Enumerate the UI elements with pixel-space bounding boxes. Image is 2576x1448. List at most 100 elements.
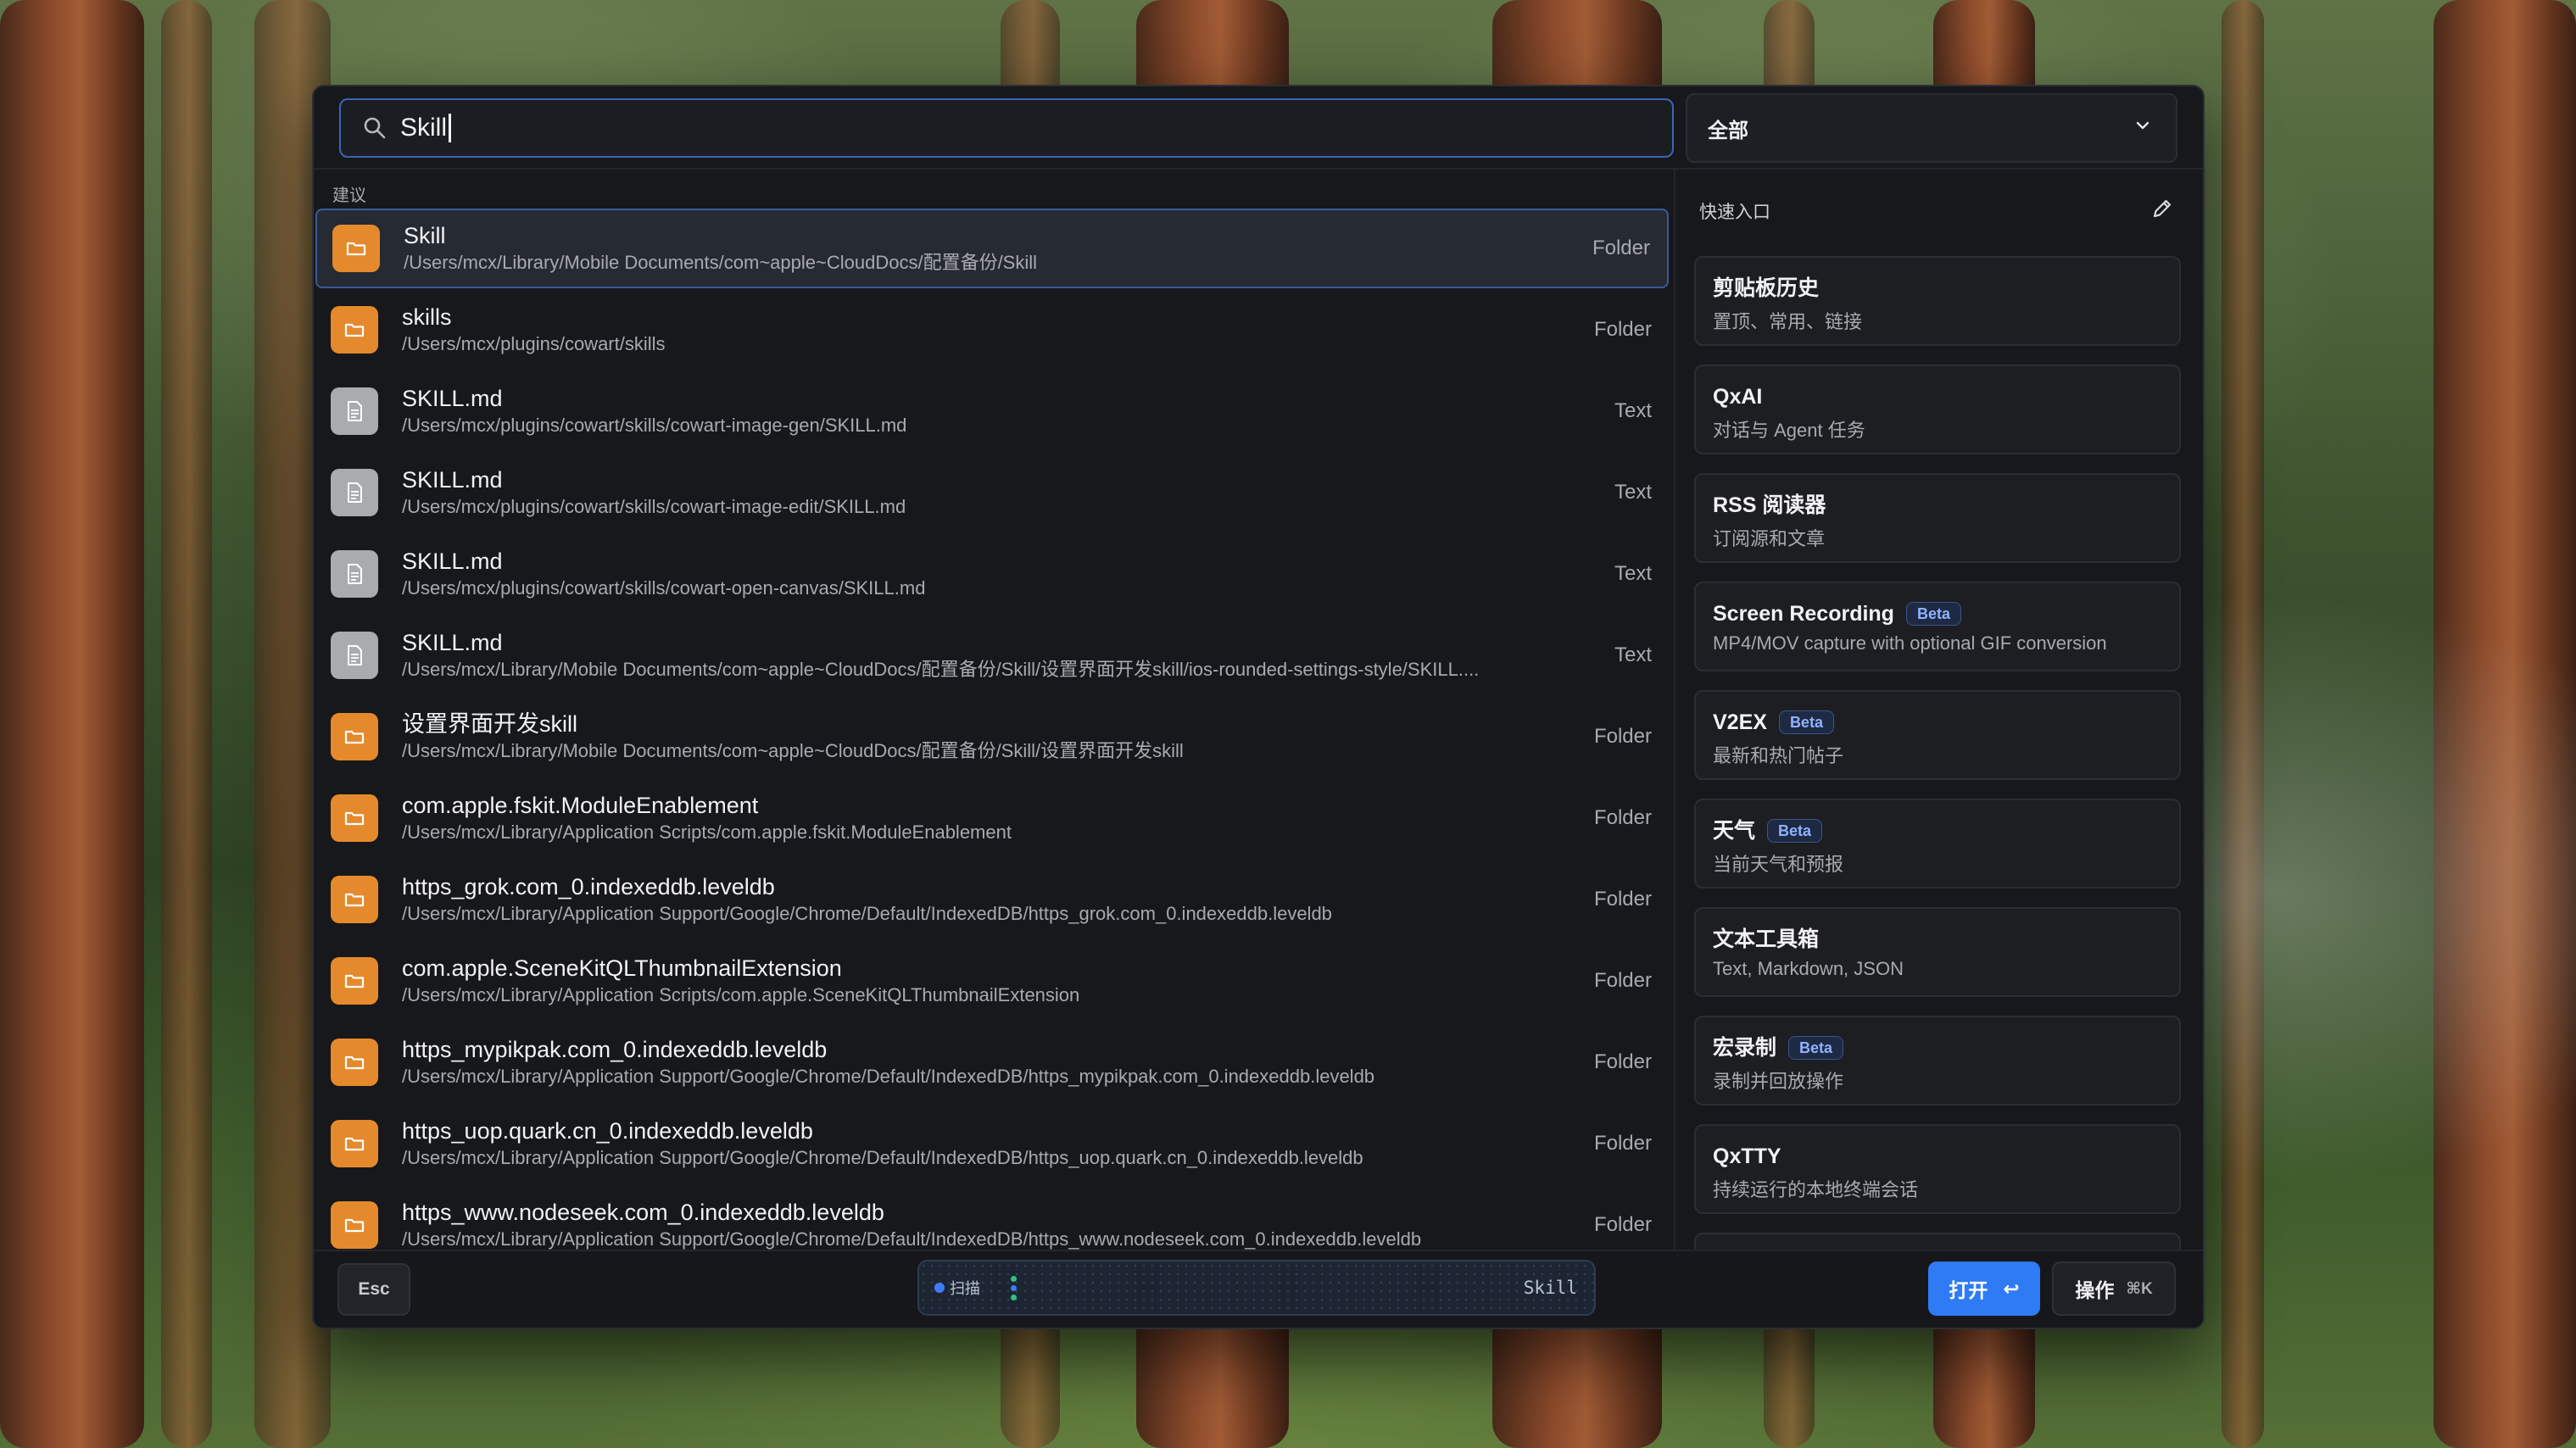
result-text: SKILL.md/Users/mcx/plugins/cowart/skills… — [402, 465, 1597, 520]
quick-access-list[interactable]: 剪贴板历史 置顶、常用、链接 QxAI 对话与 Agent 任务 RSS 阅读器 订阅源和… — [1694, 256, 2183, 1328]
result-path: /Users/mcx/Library/Mobile Documents/com~… — [404, 252, 1038, 273]
result-kind: Folder — [1593, 1213, 1652, 1236]
quick-access-card[interactable]: 宏录制 Beta 录制并回放操作 — [1694, 1016, 2181, 1105]
scope-selected-value: 全部 — [1708, 119, 1748, 142]
chevron-down-icon — [2133, 116, 2152, 141]
scan-query: Skill — [1523, 1278, 1577, 1298]
search-field[interactable]: Skill — [339, 98, 1674, 158]
beta-badge: Beta — [1778, 710, 1834, 734]
card-title: Screen Recording — [1713, 602, 1894, 626]
quick-access-card[interactable]: 剪贴板历史 置顶、常用、链接 — [1694, 256, 2181, 346]
panel-divider — [1674, 168, 1676, 1328]
result-row[interactable]: com.apple.SceneKitQLThumbnailExtension/U… — [315, 941, 1669, 1021]
result-kind: Text — [1614, 399, 1652, 422]
result-kind: Folder — [1593, 1050, 1652, 1073]
result-row[interactable]: https_mypikpak.com_0.indexeddb.leveldb/U… — [315, 1022, 1669, 1102]
quick-access-card[interactable]: QxAI 对话与 Agent 任务 — [1694, 365, 2181, 454]
card-title: 宏录制 — [1713, 1036, 1777, 1060]
result-row[interactable]: https_uop.quark.cn_0.indexeddb.leveldb/U… — [315, 1104, 1669, 1183]
result-text: https_www.nodeseek.com_0.indexeddb.level… — [402, 1198, 1577, 1252]
return-key-icon: ↩ — [2003, 1277, 2020, 1300]
beta-badge: Beta — [1788, 1036, 1844, 1060]
result-text: SKILL.md/Users/mcx/plugins/cowart/skills… — [402, 547, 1597, 601]
result-row[interactable]: 设置界面开发skill/Users/mcx/Library/Mobile Doc… — [315, 697, 1669, 777]
folder-icon — [332, 225, 380, 272]
result-text: SKILL.md/Users/mcx/plugins/cowart/skills… — [402, 384, 1597, 438]
card-title: RSS 阅读器 — [1713, 493, 1826, 517]
result-kind: Folder — [1593, 725, 1652, 748]
result-kind: Folder — [1593, 888, 1652, 911]
open-button[interactable]: 打开 ↩ — [1928, 1261, 2040, 1316]
result-row[interactable]: com.apple.fskit.ModuleEnablement/Users/m… — [315, 778, 1669, 858]
card-title: 剪贴板历史 — [1713, 276, 1820, 300]
result-row[interactable]: SKILL.md/Users/mcx/Library/Mobile Docume… — [315, 615, 1669, 695]
beta-badge: Beta — [1905, 602, 1961, 626]
actions-button-label: 操作 — [2075, 1279, 2115, 1301]
result-path: /Users/mcx/Library/Mobile Documents/com~… — [402, 659, 1480, 680]
result-path: /Users/mcx/plugins/cowart/skills — [402, 333, 666, 354]
actions-button[interactable]: 操作 ⌘K — [2052, 1261, 2176, 1316]
result-title: SKILL.md — [402, 386, 503, 411]
search-input[interactable]: Skill — [400, 114, 452, 142]
beta-badge: Beta — [1767, 819, 1823, 843]
scan-label: 扫描 — [950, 1280, 980, 1297]
card-subtitle: 最新和热门帖子 — [1713, 745, 1844, 766]
card-title-row: V2EX Beta — [1713, 709, 2179, 736]
result-text: https_grok.com_0.indexeddb.leveldb/Users… — [402, 872, 1577, 927]
result-path: /Users/mcx/plugins/cowart/skills/cowart-… — [402, 415, 907, 436]
result-text: https_uop.quark.cn_0.indexeddb.leveldb/U… — [402, 1117, 1577, 1171]
esc-button[interactable]: Esc — [337, 1263, 410, 1316]
document-icon — [331, 550, 378, 598]
result-row[interactable]: Skill/Users/mcx/Library/Mobile Documents… — [315, 209, 1669, 288]
document-icon — [331, 469, 378, 516]
result-title: skills — [402, 304, 452, 330]
scan-progress-icon — [1011, 1275, 1017, 1300]
result-kind: Text — [1614, 481, 1652, 504]
section-label-suggestions: 建议 — [332, 187, 366, 205]
document-icon — [331, 632, 378, 679]
result-row[interactable]: https_grok.com_0.indexeddb.leveldb/Users… — [315, 860, 1669, 939]
result-kind: Text — [1614, 562, 1652, 585]
card-title-row: QxTTY — [1713, 1143, 2179, 1170]
quick-access-card[interactable]: V2EX Beta 最新和热门帖子 — [1694, 690, 2181, 780]
header-divider — [314, 168, 2203, 170]
scope-dropdown[interactable]: 全部 — [1686, 93, 2177, 163]
card-title-row: 天气 Beta — [1713, 817, 2179, 844]
edit-pencil-icon[interactable] — [2150, 197, 2174, 225]
result-row[interactable]: SKILL.md/Users/mcx/plugins/cowart/skills… — [315, 453, 1669, 532]
quick-access-card[interactable]: 文本工具箱 Text, Markdown, JSON — [1694, 907, 2181, 997]
results-list[interactable]: Skill/Users/mcx/Library/Mobile Documents… — [314, 205, 1674, 1328]
card-title-row: 宏录制 Beta — [1713, 1034, 2179, 1061]
actions-shortcut: ⌘K — [2126, 1279, 2153, 1298]
folder-icon — [331, 876, 378, 923]
quick-access-card[interactable]: 天气 Beta 当前天气和预报 — [1694, 799, 2181, 888]
result-kind: Folder — [1593, 1132, 1652, 1155]
result-path: /Users/mcx/Library/Application Support/G… — [402, 1228, 1422, 1250]
result-row[interactable]: SKILL.md/Users/mcx/plugins/cowart/skills… — [315, 371, 1669, 451]
card-title: 文本工具箱 — [1713, 927, 1820, 951]
folder-icon — [331, 794, 378, 842]
card-title: QxAI — [1713, 385, 1763, 409]
quick-access-card[interactable]: RSS 阅读器 订阅源和文章 — [1694, 473, 2181, 563]
result-path: /Users/mcx/Library/Application Scripts/c… — [402, 984, 1080, 1005]
result-title: https_grok.com_0.indexeddb.leveldb — [402, 874, 775, 899]
card-title-row: 剪贴板历史 — [1713, 275, 2179, 302]
document-icon — [331, 387, 378, 435]
folder-icon — [331, 1201, 378, 1249]
result-text: 设置界面开发skill/Users/mcx/Library/Mobile Doc… — [402, 710, 1577, 764]
card-title-row: Screen Recording Beta — [1713, 600, 2179, 627]
result-text: com.apple.fskit.ModuleEnablement/Users/m… — [402, 791, 1577, 845]
card-title-row: QxAI — [1713, 383, 2179, 410]
folder-icon — [331, 713, 378, 760]
result-title: 设置界面开发skill — [402, 711, 577, 737]
open-button-label: 打开 — [1949, 1279, 1988, 1301]
quick-access-card[interactable]: QxTTY 持续运行的本地终端会话 — [1694, 1124, 2181, 1214]
quick-access-card[interactable]: Screen Recording Beta MP4/MOV capture with… — [1694, 582, 2181, 671]
result-text: com.apple.SceneKitQLThumbnailExtension/U… — [402, 954, 1577, 1008]
folder-icon — [331, 1120, 378, 1167]
result-row[interactable]: skills/Users/mcx/plugins/cowart/skills Fo… — [315, 290, 1669, 370]
result-path: /Users/mcx/plugins/cowart/skills/cowart-… — [402, 577, 926, 599]
result-title: SKILL.md — [402, 549, 503, 574]
folder-icon — [331, 957, 378, 1005]
result-row[interactable]: SKILL.md/Users/mcx/plugins/cowart/skills… — [315, 534, 1669, 614]
